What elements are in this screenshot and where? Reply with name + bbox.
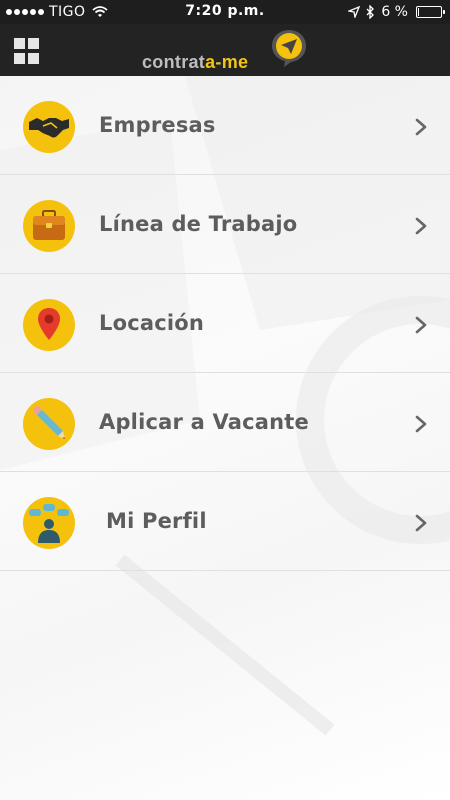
menu-item-mi-perfil[interactable]: Mi Perfil — [0, 472, 450, 571]
battery-percent: 6 % — [381, 4, 408, 20]
profile-chat-icon — [23, 497, 75, 549]
menu-item-label: Línea de Trabajo — [99, 212, 298, 236]
chevron-right-icon — [415, 316, 427, 334]
briefcase-icon — [23, 200, 75, 252]
menu-item-empresas[interactable]: Empresas — [0, 76, 450, 175]
menu-item-linea-de-trabajo[interactable]: Línea de Trabajo — [0, 175, 450, 274]
logo-text: contrata-me — [142, 52, 248, 73]
chevron-right-icon — [415, 118, 427, 136]
app-logo: contrata-me — [142, 26, 312, 76]
pencil-icon — [23, 398, 75, 450]
menu-item-label: Aplicar a Vacante — [99, 410, 309, 434]
menu-grid-button[interactable] — [14, 38, 40, 64]
menu-item-label: Empresas — [99, 113, 216, 137]
battery-icon — [416, 6, 445, 18]
chevron-right-icon — [415, 514, 427, 532]
nav-bar: contrata-me — [0, 24, 450, 76]
status-right: 6 % — [348, 4, 445, 20]
paper-plane-pin-icon — [272, 30, 306, 67]
location-arrow-icon — [348, 6, 361, 18]
menu-item-locacion[interactable]: Locación — [0, 274, 450, 373]
grid-cell — [14, 52, 25, 64]
menu-item-aplicar-a-vacante[interactable]: Aplicar a Vacante — [0, 373, 450, 472]
logo-text-part2: a-me — [205, 52, 249, 72]
grid-cell — [28, 38, 39, 49]
main-menu: Empresas Línea de Trabajo Locación Aplic… — [0, 76, 450, 571]
grid-cell — [28, 52, 39, 64]
chevron-right-icon — [415, 415, 427, 433]
bluetooth-icon — [366, 5, 375, 19]
battery-fill — [418, 8, 419, 16]
handshake-icon — [23, 101, 75, 153]
chevron-right-icon — [415, 217, 427, 235]
location-pin-icon — [23, 299, 75, 351]
menu-item-label: Locación — [99, 311, 205, 335]
logo-text-part1: contrat — [142, 52, 206, 72]
menu-item-label: Mi Perfil — [106, 509, 207, 533]
status-bar: TIGO 7:20 p.m. 6 % — [0, 0, 450, 24]
grid-cell — [14, 38, 25, 49]
